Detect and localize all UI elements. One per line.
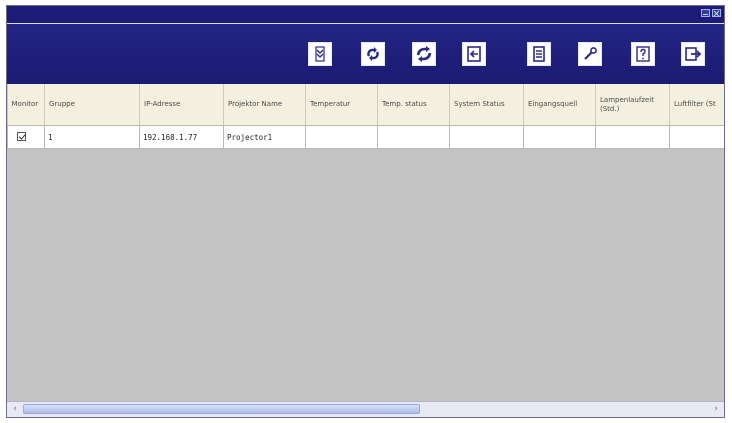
search-down-icon [315, 46, 325, 62]
ip-cell: 192.168.1.77 [139, 125, 224, 149]
column-header-system-status[interactable]: System Status [449, 84, 524, 126]
temp-status-cell [377, 125, 450, 149]
window-controls [701, 9, 721, 17]
minimize-button[interactable] [701, 9, 710, 17]
column-header-eingangsquelle[interactable]: Eingangsquell [523, 84, 596, 126]
projector-table-area: Monitor Gruppe IP-Adresse Projektor Name… [7, 84, 724, 402]
column-header-lampenlaufzeit[interactable]: Lampenlaufzeit (Std.) [595, 84, 670, 126]
system-status-cell [449, 125, 524, 149]
column-header-monitor[interactable]: Monitor [7, 84, 45, 126]
app-window: Monitor Gruppe IP-Adresse Projektor Name… [6, 5, 725, 418]
column-header-luftfilter[interactable]: Luftfilter (St [669, 84, 724, 126]
luftfilter-cell [669, 125, 724, 149]
toolbar [7, 24, 724, 84]
horizontal-scrollbar[interactable]: ‹ › [7, 401, 724, 417]
close-button[interactable] [712, 9, 721, 17]
exit-button[interactable] [681, 42, 705, 66]
title-bar [7, 6, 724, 24]
gruppe-cell: 1 [44, 125, 140, 149]
settings-button[interactable] [578, 42, 602, 66]
exit-icon [685, 47, 702, 61]
column-header-ip[interactable]: IP-Adresse [139, 84, 224, 126]
scroll-right-arrow[interactable]: › [710, 403, 722, 415]
reload-icon [416, 46, 432, 62]
table-row[interactable]: 1 192.168.1.77 Projector1 [7, 125, 724, 149]
reload-button[interactable] [412, 42, 436, 66]
monitor-checkbox[interactable] [17, 131, 26, 141]
log-icon [533, 46, 545, 62]
input-select-button[interactable] [462, 42, 486, 66]
column-header-name[interactable]: Projektor Name [223, 84, 306, 126]
search-button[interactable] [308, 42, 332, 66]
eingangsquelle-cell [523, 125, 596, 149]
projector-table: Monitor Gruppe IP-Adresse Projektor Name… [7, 84, 724, 149]
input-select-icon [467, 46, 481, 62]
column-header-temperatur[interactable]: Temperatur [305, 84, 378, 126]
refresh-button[interactable] [361, 42, 385, 66]
lampenlaufzeit-cell [595, 125, 670, 149]
help-button[interactable] [631, 42, 655, 66]
name-cell: Projector1 [223, 125, 306, 149]
refresh-icon [367, 47, 379, 61]
column-header-gruppe[interactable]: Gruppe [44, 84, 140, 126]
temperatur-cell [305, 125, 378, 149]
help-icon [636, 46, 650, 62]
scrollbar-thumb[interactable] [23, 404, 420, 414]
settings-icon [584, 47, 597, 60]
monitor-cell [7, 125, 45, 149]
log-button[interactable] [527, 42, 551, 66]
table-header-row: Monitor Gruppe IP-Adresse Projektor Name… [7, 84, 724, 126]
scroll-left-arrow[interactable]: ‹ [9, 403, 21, 415]
column-header-temp-status[interactable]: Temp. status [377, 84, 450, 126]
